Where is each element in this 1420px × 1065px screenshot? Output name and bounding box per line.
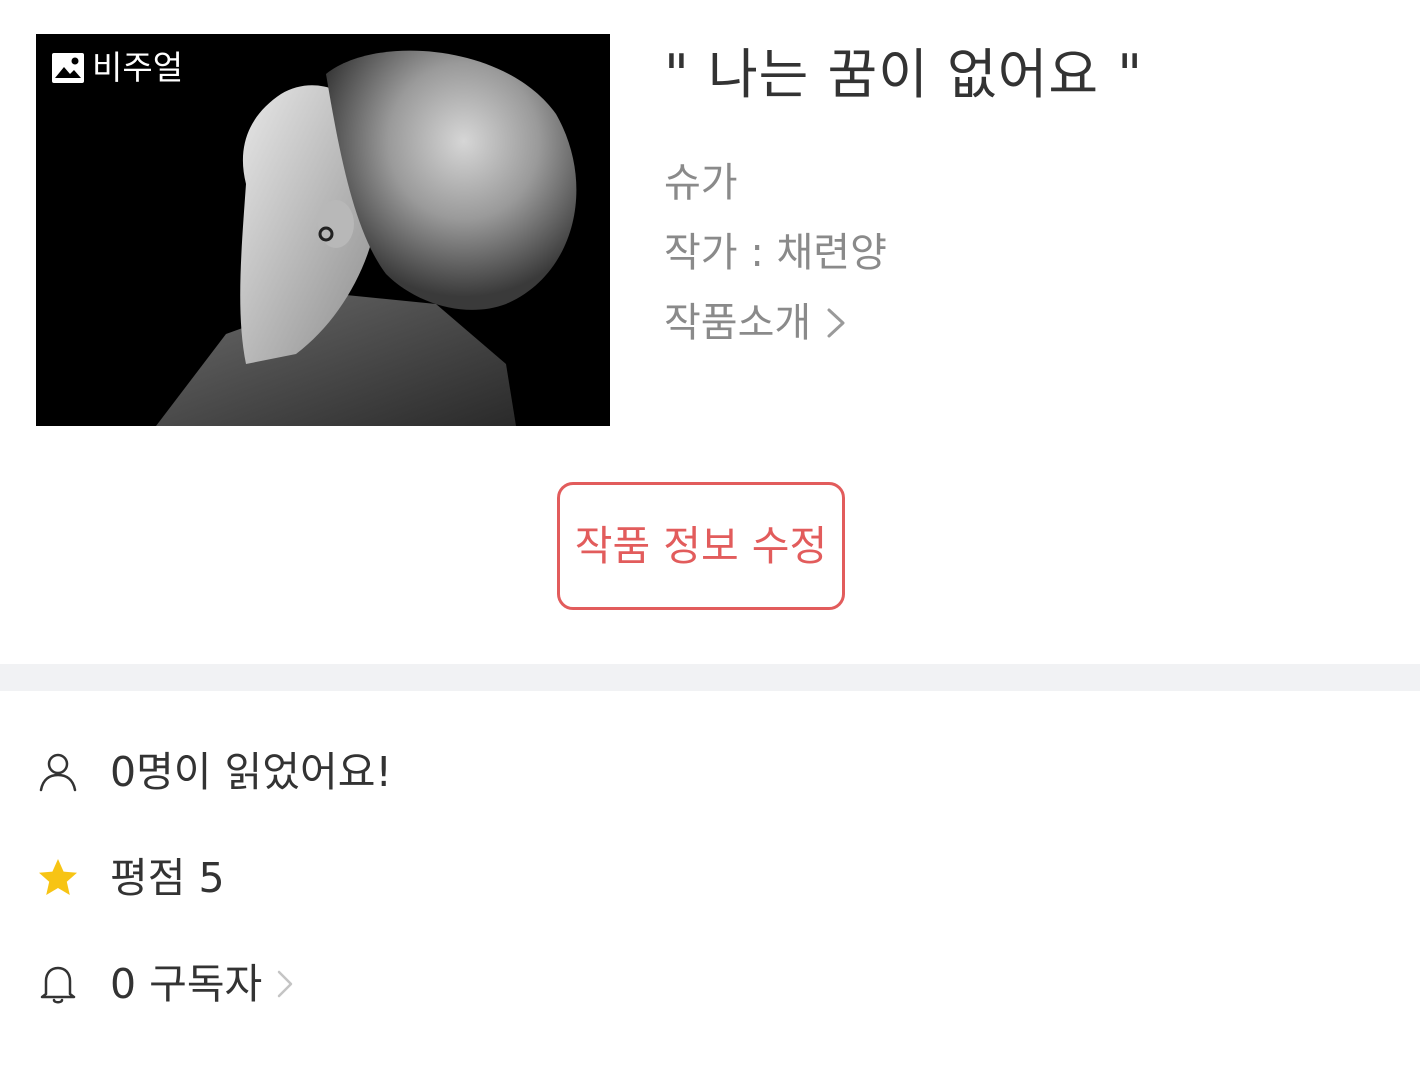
- readers-row: 0명이 읽었어요!: [36, 742, 392, 802]
- visual-label: 비주얼: [92, 48, 184, 87]
- cover-photo: [36, 34, 610, 426]
- rating-row: 평점 5: [36, 848, 225, 908]
- bell-icon: [40, 966, 76, 1004]
- star-icon: [39, 859, 77, 895]
- work-title: " 나는 꿈이 없어요 ": [664, 43, 1144, 106]
- work-genre: 슈가: [664, 160, 738, 206]
- cover-image[interactable]: 비주얼: [36, 34, 610, 426]
- readers-count: 0명이 읽었어요!: [110, 748, 392, 796]
- section-divider: [0, 664, 1420, 691]
- work-info: " 나는 꿈이 없어요 " 슈가 작가 : 채련양 작품소개: [664, 40, 1384, 348]
- chevron-right-icon: [278, 970, 293, 998]
- work-intro-label: 작품소개: [664, 300, 812, 346]
- edit-work-info-button[interactable]: 작품 정보 수정: [557, 482, 845, 610]
- rating-value: 평점 5: [110, 854, 225, 902]
- visual-badge: 비주얼: [50, 48, 183, 88]
- chevron-right-icon: [827, 308, 845, 338]
- subscribers-row[interactable]: 0 구독자: [36, 954, 294, 1014]
- image-icon: [52, 53, 84, 83]
- work-author: 작가 : 채련양: [664, 230, 887, 276]
- work-intro-link[interactable]: 작품소개: [664, 298, 1384, 348]
- subscribers-count: 0 구독자: [110, 960, 263, 1008]
- person-icon: [39, 753, 77, 792]
